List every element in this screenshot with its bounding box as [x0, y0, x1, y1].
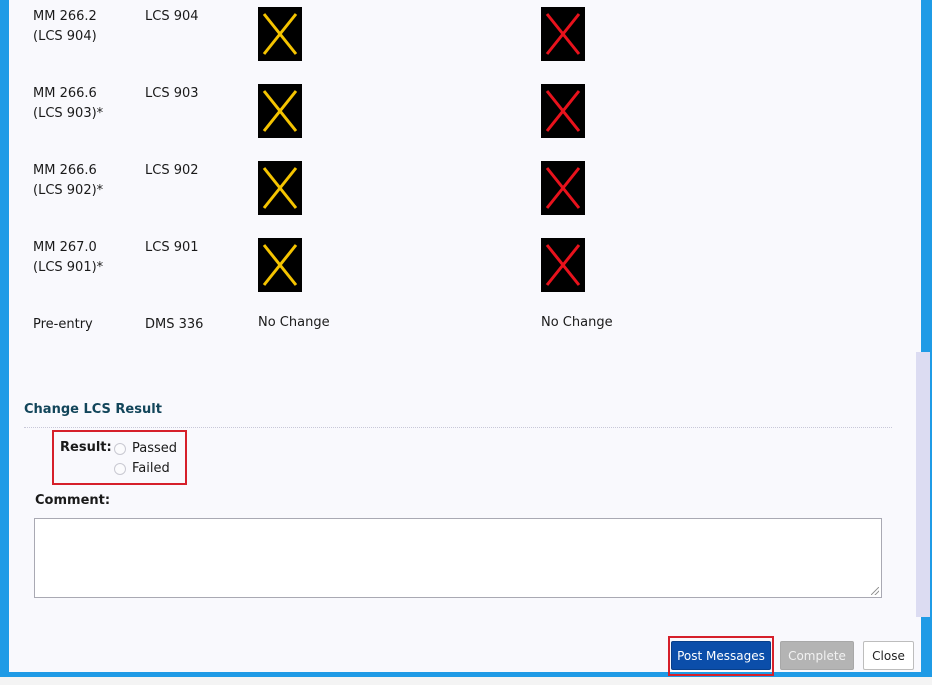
new-sign-text: No Change [541, 315, 613, 330]
comment-label: Comment: [35, 493, 111, 508]
location-cell: MM 267.0 (LCS 901)* [33, 240, 104, 275]
yellow-x-sign-icon [258, 161, 302, 215]
red-x-sign-icon [541, 238, 585, 292]
current-sign [258, 161, 302, 215]
background-page-strip [0, 677, 932, 685]
device-cell: LCS 904 [145, 9, 199, 24]
new-sign [541, 7, 585, 61]
radio-circle-icon[interactable] [114, 462, 126, 475]
table-row: Pre-entry DMS 336 No Change No Change [9, 308, 889, 368]
red-x-sign-icon [541, 84, 585, 138]
resize-grip-icon[interactable] [871, 587, 879, 595]
current-sign [258, 238, 302, 292]
scrollbar[interactable] [916, 352, 930, 617]
complete-button[interactable]: Complete [780, 641, 854, 670]
table-row: MM 267.0 (LCS 901)* LCS 901 [9, 231, 889, 292]
section-title: Change LCS Result [24, 402, 162, 417]
close-button[interactable]: Close [863, 641, 914, 670]
radio-label: Failed [132, 461, 170, 476]
result-failed-radio[interactable]: Failed [114, 461, 170, 476]
window-frame-left [0, 0, 9, 685]
result-highlight [52, 430, 187, 485]
new-sign [541, 84, 585, 138]
comment-textarea[interactable] [34, 518, 882, 598]
location-cell: MM 266.2 (LCS 904) [33, 9, 97, 44]
location-cell: MM 266.6 (LCS 902)* [33, 163, 104, 198]
red-x-sign-icon [541, 161, 585, 215]
location-cell: MM 266.6 (LCS 903)* [33, 86, 104, 121]
radio-circle-icon[interactable] [114, 442, 126, 455]
post-messages-button[interactable]: Post Messages [671, 641, 771, 670]
device-cell: LCS 902 [145, 163, 199, 178]
divider [24, 427, 892, 428]
yellow-x-sign-icon [258, 7, 302, 61]
table-row: MM 266.6 (LCS 903)* LCS 903 [9, 77, 889, 138]
new-sign [541, 161, 585, 215]
device-cell: LCS 903 [145, 86, 199, 101]
table-row: MM 266.6 (LCS 902)* LCS 902 [9, 154, 889, 215]
table-row: MM 266.2 (LCS 904) LCS 904 [9, 0, 889, 61]
result-passed-radio[interactable]: Passed [114, 441, 177, 456]
result-label: Result: [60, 440, 112, 455]
location-cell: Pre-entry [33, 317, 93, 332]
device-cell: DMS 336 [145, 317, 204, 332]
yellow-x-sign-icon [258, 84, 302, 138]
yellow-x-sign-icon [258, 238, 302, 292]
red-x-sign-icon [541, 7, 585, 61]
current-sign [258, 7, 302, 61]
current-sign [258, 84, 302, 138]
radio-label: Passed [132, 441, 178, 456]
current-sign-text: No Change [258, 315, 330, 330]
new-sign [541, 238, 585, 292]
lcs-dialog: MM 266.2 (LCS 904) LCS 904 MM 266.6 (LCS… [9, 0, 930, 676]
device-cell: LCS 901 [145, 240, 199, 255]
